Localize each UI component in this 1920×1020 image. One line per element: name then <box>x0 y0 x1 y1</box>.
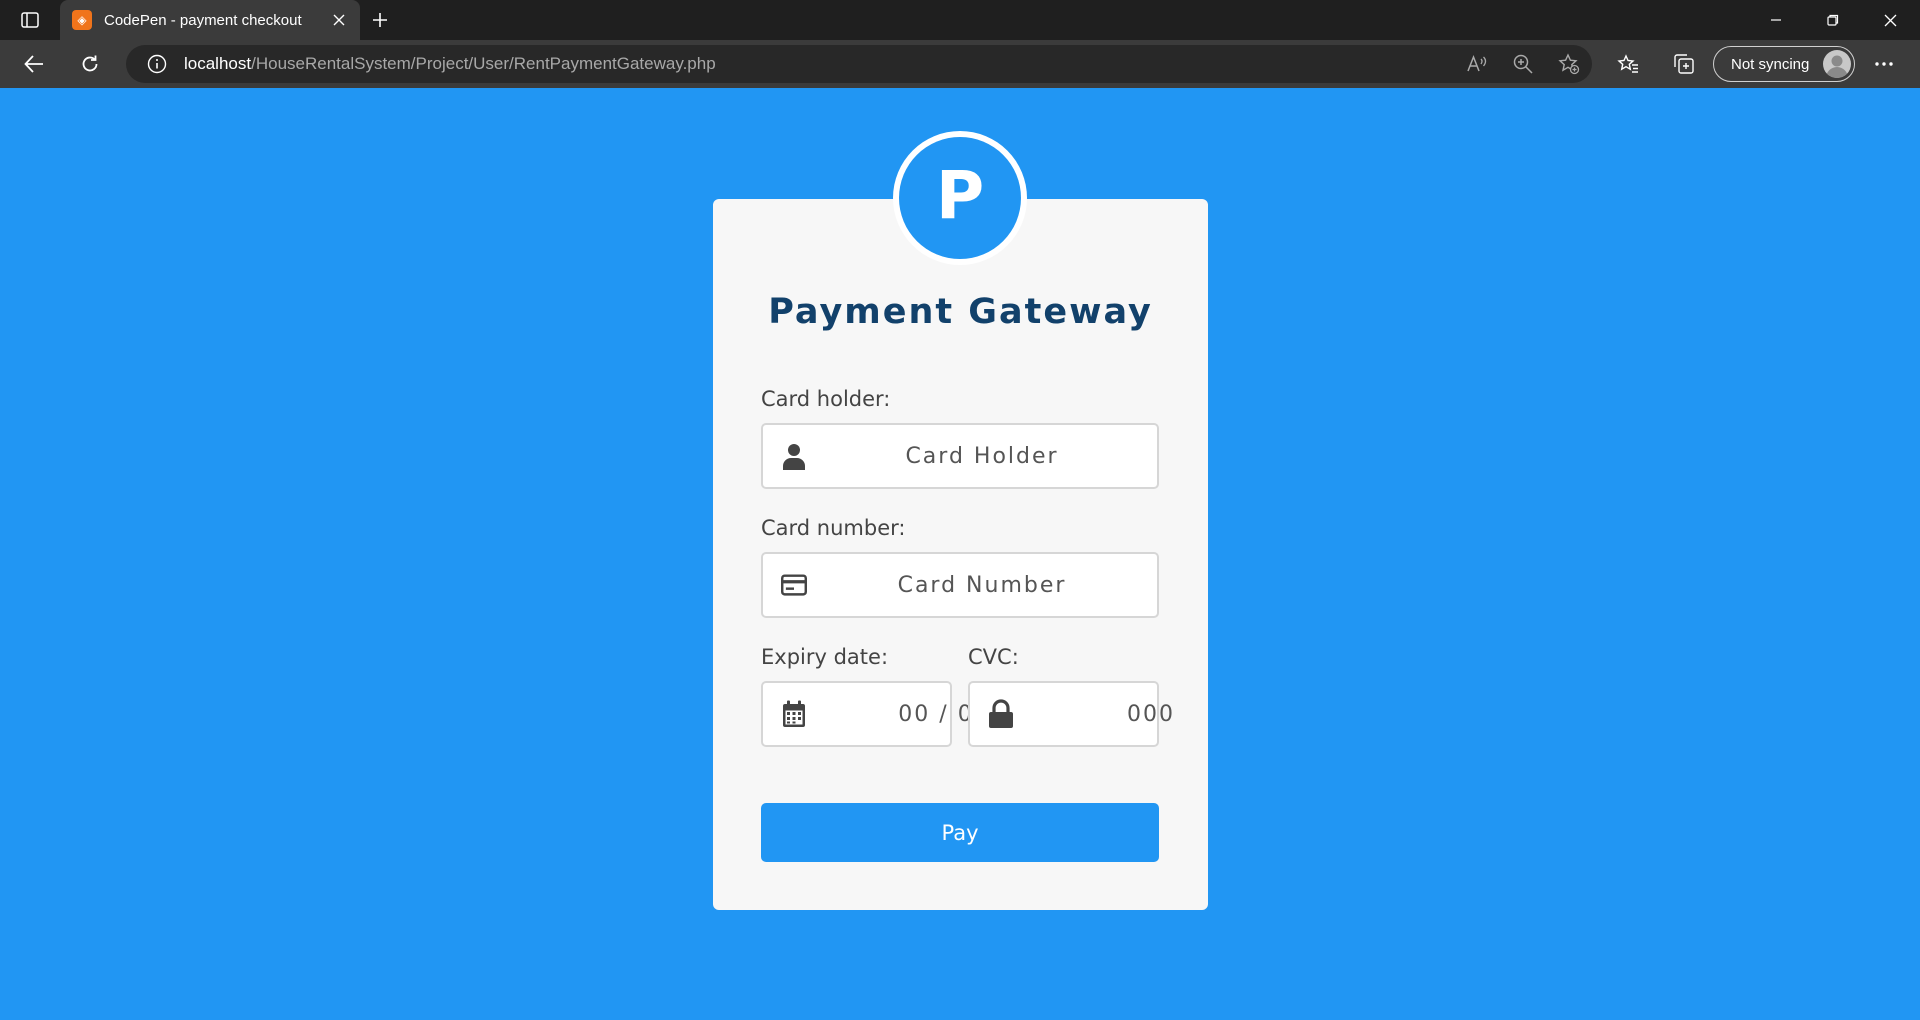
cvc-field[interactable] <box>968 681 1288 747</box>
url-host: localhost <box>184 54 252 73</box>
calendar-icon <box>781 700 807 728</box>
reload-icon[interactable] <box>76 50 104 78</box>
collections-icon[interactable] <box>1670 50 1698 78</box>
logo-circle: P <box>899 137 1021 259</box>
expiry-date-field[interactable] <box>761 681 1081 747</box>
cvc-input[interactable] <box>1014 683 1288 745</box>
page-title: Payment Gateway <box>768 292 1153 332</box>
payment-logo: P <box>893 131 1027 265</box>
new-tab-icon[interactable] <box>368 8 392 32</box>
profile-sync-button[interactable]: Not syncing <box>1713 46 1855 82</box>
codepen-icon: ◈ <box>72 10 92 30</box>
site-info-icon[interactable] <box>146 53 168 75</box>
card-number-input[interactable] <box>807 554 1157 616</box>
card-number-label: Card number: <box>761 516 906 540</box>
close-window-icon[interactable] <box>1862 0 1918 40</box>
user-icon <box>781 442 807 470</box>
tab-title: CodePen - payment checkout <box>104 11 302 29</box>
browser-titlebar: ◈ CodePen - payment checkout <box>0 0 1920 40</box>
close-tab-icon[interactable] <box>330 11 348 29</box>
sync-label: Not syncing <box>1731 55 1810 73</box>
expiry-date-label: Expiry date: <box>761 645 889 669</box>
card-holder-field[interactable] <box>761 423 1159 489</box>
restore-icon[interactable] <box>1805 0 1861 40</box>
lock-icon <box>988 699 1014 728</box>
back-arrow-icon[interactable] <box>20 50 48 78</box>
card-holder-label: Card holder: <box>761 387 891 411</box>
url-path: /HouseRentalSystem/Project/User/RentPaym… <box>251 54 716 73</box>
tab-actions-icon[interactable] <box>18 10 42 30</box>
card-number-field[interactable] <box>761 552 1159 618</box>
favorites-icon[interactable] <box>1614 50 1642 78</box>
add-favorite-icon[interactable] <box>1546 45 1592 83</box>
minimize-icon[interactable] <box>1748 0 1804 40</box>
credit-card-icon <box>781 571 807 599</box>
logo-letter: P <box>935 157 985 234</box>
browser-toolbar: localhost/HouseRentalSystem/Project/User… <box>0 40 1920 88</box>
browser-tab[interactable]: ◈ CodePen - payment checkout <box>60 0 360 40</box>
card-holder-input[interactable] <box>807 425 1157 487</box>
more-options-icon[interactable] <box>1870 50 1898 78</box>
cvc-label: CVC: <box>968 645 1019 669</box>
pay-button[interactable]: Pay <box>761 803 1159 862</box>
address-bar[interactable]: localhost/HouseRentalSystem/Project/User… <box>126 45 1592 83</box>
url-text: localhost/HouseRentalSystem/Project/User… <box>184 54 716 74</box>
read-aloud-icon[interactable] <box>1454 45 1500 83</box>
zoom-icon[interactable] <box>1500 45 1546 83</box>
avatar <box>1823 50 1851 78</box>
